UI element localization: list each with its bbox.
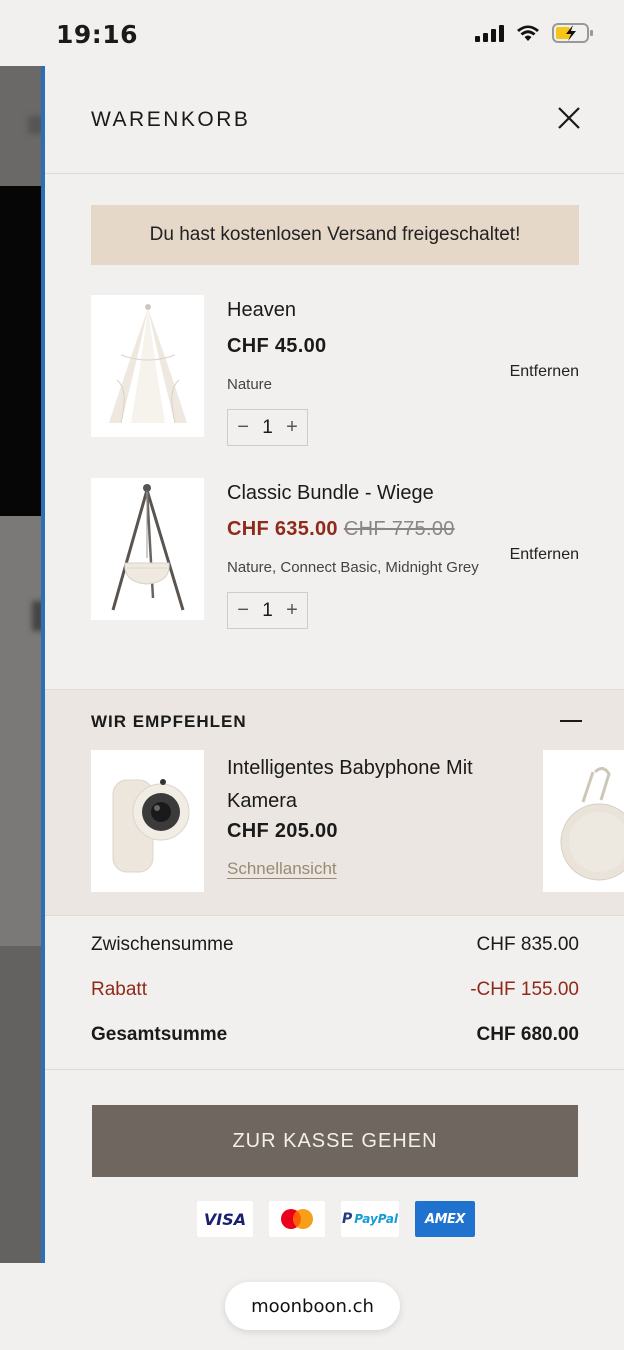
- quantity-stepper: − 1 +: [227, 409, 308, 446]
- discount-value: -CHF 155.00: [470, 979, 579, 1000]
- baby-monitor-illustration: [112, 779, 190, 873]
- product-image-heaven[interactable]: [91, 295, 204, 437]
- original-price: CHF 775.00: [343, 518, 455, 540]
- quantity-value: 1: [262, 599, 273, 621]
- checkout-button[interactable]: ZUR KASSE GEHEN: [92, 1105, 578, 1177]
- close-icon: [558, 107, 580, 129]
- battery-charging-icon: [552, 23, 593, 43]
- order-summary: Zwischensumme CHF 835.00 Rabatt -CHF 155…: [45, 915, 624, 1070]
- browser-url-bar[interactable]: moonboon.ch: [225, 1282, 400, 1330]
- paypal-icon: P PayPal: [341, 1201, 399, 1237]
- sale-price: CHF 635.00: [227, 518, 338, 540]
- product-image-classic-bundle[interactable]: [91, 478, 204, 620]
- discount-row: Rabatt -CHF 155.00: [91, 979, 579, 1001]
- status-icons: [475, 22, 594, 44]
- subtotal-label: Zwischensumme: [91, 934, 234, 955]
- discount-label: Rabatt: [91, 979, 147, 1000]
- decrease-quantity-button[interactable]: −: [232, 416, 254, 439]
- visa-label: VISA: [203, 1209, 247, 1229]
- recommended-product-price: CHF 205.00: [227, 820, 338, 842]
- recommendations-section: WIR EMPFEHLEN Intelligentes Babyphone Mi…: [45, 689, 624, 915]
- increase-quantity-button[interactable]: +: [281, 599, 303, 622]
- cradle-illustration: [111, 484, 185, 611]
- paypal-wordmark: PayPal: [354, 1212, 399, 1226]
- status-time: 19:16: [56, 20, 139, 49]
- recommendations-title: WIR EMPFEHLEN: [91, 712, 247, 731]
- remove-item-button[interactable]: Entfernen: [510, 546, 579, 564]
- product-price: CHF 635.00 CHF 775.00: [227, 518, 455, 541]
- total-value: CHF 680.00: [476, 1024, 579, 1045]
- cart-title: WARENKORB: [91, 108, 251, 131]
- total-label: Gesamtsumme: [91, 1024, 228, 1045]
- decrease-quantity-button[interactable]: −: [232, 599, 254, 622]
- amex-label: AMEX: [425, 1211, 465, 1227]
- drawer-header: WARENKORB: [45, 66, 624, 174]
- quick-view-link[interactable]: Schnellansicht: [227, 859, 337, 879]
- product-price: CHF 45.00: [227, 335, 327, 357]
- product-image-babyphone[interactable]: [91, 750, 204, 892]
- amex-icon: AMEX: [415, 1201, 475, 1237]
- canopy-illustration: [109, 304, 187, 424]
- background-page-overlay[interactable]: [0, 66, 45, 1263]
- wifi-icon: [517, 25, 539, 41]
- cart-item: Heaven CHF 45.00 Nature Entfernen − 1 +: [91, 295, 579, 446]
- product-name[interactable]: Heaven: [227, 299, 296, 322]
- quantity-value: 1: [262, 416, 273, 438]
- product-image-next-recommendation[interactable]: [543, 750, 624, 892]
- status-bar: 19:16: [0, 0, 624, 66]
- close-button[interactable]: [551, 100, 587, 136]
- quantity-stepper: − 1 +: [227, 592, 308, 629]
- mastercard-icon: [269, 1201, 325, 1237]
- paypal-mark: P: [341, 1211, 353, 1227]
- round-accessory-illustration: [560, 767, 624, 881]
- total-row: Gesamtsumme CHF 680.00: [91, 1024, 579, 1046]
- product-variant: Nature, Connect Basic, Midnight Grey: [227, 559, 479, 576]
- subtotal-value: CHF 835.00: [476, 934, 579, 955]
- payment-methods: VISA P PayPal AMEX: [197, 1201, 475, 1237]
- signal-icon: [475, 24, 504, 42]
- free-shipping-banner: Du hast kostenlosen Versand freigeschalt…: [91, 205, 579, 265]
- subtotal-row: Zwischensumme CHF 835.00: [91, 934, 579, 956]
- cart-item: Classic Bundle - Wiege CHF 635.00 CHF 775…: [91, 478, 579, 629]
- cart-drawer: WARENKORB Du hast kostenlosen Versand fr…: [45, 66, 624, 1350]
- product-variant: Nature: [227, 376, 273, 393]
- recommended-product-name[interactable]: Intelligentes Babyphone Mit Kamera: [227, 752, 517, 818]
- remove-item-button[interactable]: Entfernen: [510, 363, 579, 381]
- visa-icon: VISA: [197, 1201, 253, 1237]
- increase-quantity-button[interactable]: +: [281, 416, 303, 439]
- collapse-icon[interactable]: [560, 720, 582, 722]
- product-name[interactable]: Classic Bundle - Wiege: [227, 482, 434, 505]
